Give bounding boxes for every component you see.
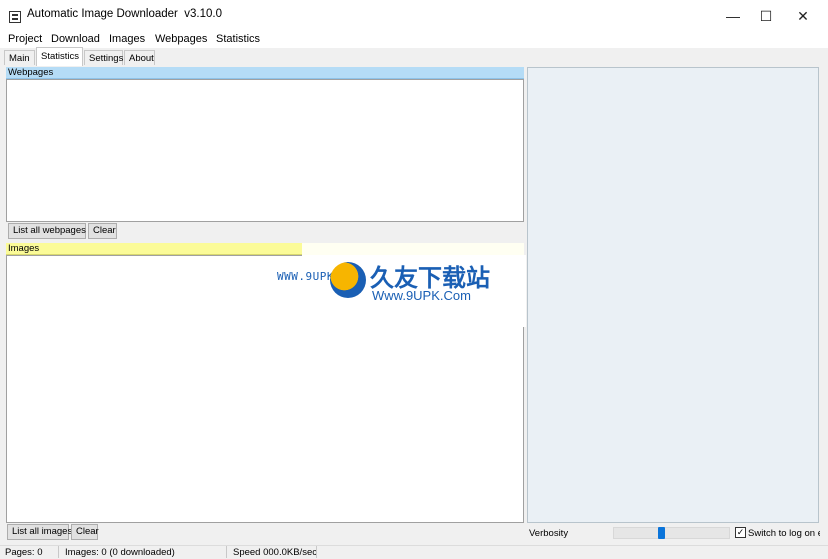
watermark-url: Www.9UPK.Com (372, 288, 471, 303)
tab-main[interactable]: Main (4, 50, 35, 65)
verbosity-slider-thumb[interactable] (658, 527, 666, 539)
tab-statistics[interactable]: Statistics (36, 47, 83, 66)
list-all-images-button[interactable]: List all images (7, 524, 72, 540)
list-all-webpages-button[interactable]: List all webpages (8, 223, 86, 239)
status-images: Images: 0 (0 downloaded) (65, 547, 175, 558)
tab-about[interactable]: About (124, 50, 155, 65)
switch-to-log-label: Switch to log on e (748, 528, 820, 539)
switch-to-log-checkbox[interactable]: ✓ (735, 527, 746, 538)
verbosity-slider[interactable] (613, 527, 730, 539)
status-separator (226, 546, 227, 558)
close-button[interactable]: ✕ (784, 0, 822, 32)
clear-images-button[interactable]: Clear (71, 524, 99, 540)
menu-project[interactable]: Project (8, 33, 42, 45)
status-separator (316, 546, 317, 558)
status-pages: Pages: 0 (5, 547, 43, 558)
verbosity-label: Verbosity (529, 528, 569, 539)
log-panel[interactable] (527, 67, 819, 523)
checkmark-icon: ✓ (736, 527, 745, 537)
menu-webpages[interactable]: Webpages (155, 33, 207, 45)
webpages-header: Webpages (6, 67, 524, 79)
webpages-list[interactable] (6, 79, 524, 222)
watermark-logo-icon (330, 262, 366, 298)
menu-images[interactable]: Images (109, 33, 145, 45)
status-separator (58, 546, 59, 558)
status-speed: Speed 000.0KB/sec (233, 547, 317, 558)
maximize-button[interactable]: ☐ (747, 0, 785, 32)
window-title: Automatic Image Downloader v3.10.0 (27, 8, 222, 20)
clear-webpages-button[interactable]: Clear (88, 223, 117, 239)
menu-download[interactable]: Download (51, 33, 100, 45)
images-header-extension (302, 243, 524, 255)
tab-settings[interactable]: Settings (84, 50, 123, 65)
menu-statistics[interactable]: Statistics (216, 33, 260, 45)
images-header: Images (6, 243, 302, 255)
app-icon (9, 11, 21, 23)
